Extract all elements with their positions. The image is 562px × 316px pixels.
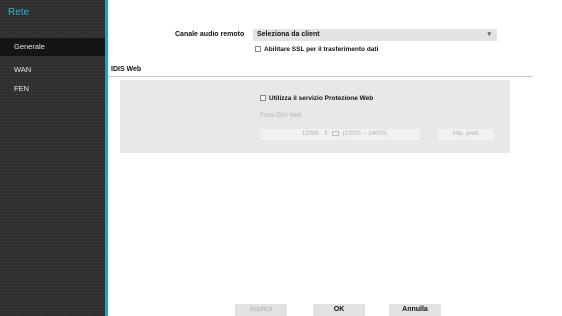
protection-web-checkbox[interactable] [260,95,266,102]
audio-channel-select[interactable]: Seleziona da client ▾ [253,29,497,41]
ssl-option: Abilitare SSL per il trasferimento dati [255,46,378,53]
port-range: (12001 ~ 14000) [342,131,387,137]
port-label: Porta IDIS Web [260,113,302,119]
protection-web-option: Utilizza il servizio Protezione Web [260,95,373,102]
apply-button[interactable]: Applica [235,304,287,316]
sidebar-item-label: FEN [14,84,29,93]
ssl-label: Abilitare SSL per il trasferimento dati [264,46,379,53]
default-button[interactable]: Imp. pred. [438,129,494,140]
keyboard-icon[interactable] [332,130,340,136]
idis-web-panel: Utilizza il servizio Protezione Web Port… [120,80,510,153]
sidebar-item-generale[interactable]: Generale [0,38,105,56]
sidebar-title: Rete [8,7,30,18]
cancel-button[interactable]: Annulla [389,304,441,316]
audio-channel-value: Seleziona da client [257,31,320,38]
sidebar-item-label: Generale [14,42,45,51]
spinner-icon[interactable]: ⇕ [323,131,328,137]
main-panel: Canale audio remoto Seleziona da client … [108,0,562,316]
chevron-down-icon: ▾ [487,31,491,38]
protection-web-label: Utilizza il servizio Protezione Web [269,95,374,102]
ok-button[interactable]: OK [313,304,365,316]
sidebar: Rete Generale WAN FEN [0,0,105,316]
sidebar-item-wan[interactable]: WAN [0,61,105,79]
port-field[interactable]: 12088 ⇕ (12001 ~ 14000) [260,129,420,140]
sidebar-item-label: WAN [14,65,32,74]
sidebar-item-fen[interactable]: FEN [0,80,105,98]
audio-channel-label: Canale audio remoto [175,31,245,38]
port-value: 12088 [302,131,319,137]
section-header-idis-web: IDIS Web [108,64,533,77]
ssl-checkbox[interactable] [255,46,261,53]
